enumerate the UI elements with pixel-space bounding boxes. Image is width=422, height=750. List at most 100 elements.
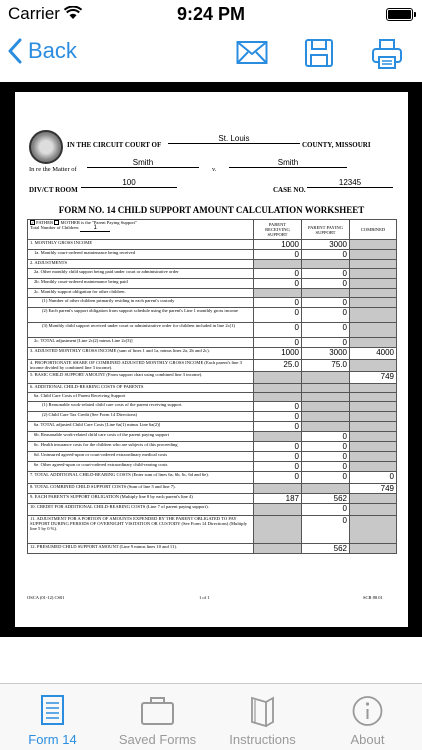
children-label: Total Number of Children: — [30, 225, 80, 231]
cell-paying[interactable]: 3000 — [301, 239, 350, 250]
cell-receiving[interactable]: 0 — [253, 401, 302, 412]
tab-instructions[interactable]: Instructions — [210, 684, 315, 750]
cell-receiving[interactable]: 25.0 — [253, 359, 302, 372]
row-label: 11. ADJUSTMENT FOR A PORTION OF AMOUNTS … — [27, 515, 254, 544]
cell-receiving[interactable]: 0 — [253, 322, 302, 338]
court-name-field[interactable]: St. Louis — [168, 134, 300, 144]
row-label: 9. EACH PARENT'S SUPPORT OBLIGATION (Mul… — [27, 493, 254, 504]
div-label: DIV/CT ROOM — [29, 186, 78, 194]
cell-receiving[interactable]: 0 — [253, 307, 302, 323]
cell-receiving[interactable]: 0 — [253, 278, 302, 289]
tab-form-14[interactable]: Form 14 — [0, 684, 105, 750]
party2-field[interactable]: Smith — [229, 158, 347, 168]
cell-receiving[interactable]: 0 — [253, 421, 302, 432]
mail-button[interactable] — [236, 40, 268, 71]
row-label: 6b. Reasonable work-related child care c… — [27, 431, 254, 442]
tab-saved-forms[interactable]: Saved Forms — [105, 684, 210, 750]
cell-paying[interactable]: 3000 — [301, 347, 350, 360]
cell-paying[interactable]: 0 — [301, 268, 350, 279]
party1-field[interactable]: Smith — [87, 158, 199, 168]
cell-paying — [301, 383, 350, 393]
row-label: 10. CREDIT FOR ADDITIONAL CHILD-REARING … — [27, 503, 254, 516]
cell-combined — [349, 392, 397, 402]
worksheet-row: 6d. Uninsured agreed-upon or court-order… — [27, 451, 397, 462]
cell-receiving[interactable]: 187 — [253, 493, 302, 504]
status-bar: Carrier 9:24 PM — [0, 0, 422, 28]
row-label: 12. PRESUMED CHILD SUPPORT AMOUNT (Line … — [27, 543, 254, 554]
cell-paying — [301, 483, 350, 494]
cell-paying[interactable]: 562 — [301, 543, 350, 554]
tab-about[interactable]: About — [315, 684, 420, 750]
cell-paying — [301, 288, 350, 298]
cell-paying[interactable]: 75.0 — [301, 359, 350, 372]
cell-paying — [301, 421, 350, 432]
worksheet-row: 6a. TOTAL adjusted Child Care Costs [Lin… — [27, 421, 397, 432]
form-page: IN THE CIRCUIT COURT OF St. Louis COUNTY… — [15, 92, 408, 627]
cell-paying[interactable]: 0 — [301, 441, 350, 452]
worksheet-row: 5. BASIC CHILD SUPPORT AMOUNT (From supp… — [27, 371, 397, 384]
cell-combined — [349, 268, 397, 279]
cell-paying[interactable]: 0 — [301, 249, 350, 260]
cell-paying[interactable]: 0 — [301, 278, 350, 289]
cell-paying[interactable]: 0 — [301, 461, 350, 472]
cell-receiving[interactable]: 0 — [253, 297, 302, 308]
form-title: FORM NO. 14 CHILD SUPPORT AMOUNT CALCULA… — [58, 205, 365, 215]
save-button[interactable] — [304, 38, 334, 73]
cell-paying[interactable]: 0 — [301, 471, 350, 484]
cell-receiving[interactable]: 0 — [253, 268, 302, 279]
document-viewer[interactable]: IN THE CIRCUIT COURT OF St. Louis COUNTY… — [0, 82, 422, 637]
div-field[interactable]: 100 — [81, 178, 177, 188]
cell-paying[interactable]: 0 — [301, 451, 350, 462]
cell-combined[interactable]: 749 — [349, 371, 397, 384]
cell-paying[interactable]: 0 — [301, 307, 350, 323]
cell-receiving[interactable]: 0 — [253, 441, 302, 452]
cell-receiving[interactable]: 0 — [253, 461, 302, 472]
cell-receiving[interactable]: 0 — [253, 471, 302, 484]
row-label: 5. BASIC CHILD SUPPORT AMOUNT (From supp… — [27, 371, 254, 384]
cell-paying[interactable]: 0 — [301, 515, 350, 544]
back-button[interactable]: Back — [8, 38, 77, 64]
print-button[interactable] — [371, 38, 403, 75]
worksheet-row: (1) Number of other children primarily r… — [27, 297, 397, 308]
cell-combined[interactable]: 4000 — [349, 347, 397, 360]
cell-paying[interactable]: 0 — [301, 337, 350, 348]
case-field[interactable]: 12345 — [307, 178, 393, 188]
cell-receiving[interactable]: 0 — [253, 411, 302, 422]
cell-receiving — [253, 483, 302, 494]
form-icon — [0, 694, 105, 726]
saved-forms-icon — [105, 694, 210, 726]
cell-paying[interactable]: 0 — [301, 503, 350, 516]
cell-combined — [349, 337, 397, 348]
row-label: 1. MONTHLY GROSS INCOME — [27, 239, 254, 250]
row-label: 3. ADJUSTED MONTHLY GROSS INCOME (sum of… — [27, 347, 254, 360]
cell-paying — [301, 371, 350, 384]
cell-receiving[interactable]: 0 — [253, 451, 302, 462]
cell-receiving[interactable]: 1000 — [253, 347, 302, 360]
worksheet-row: 9. EACH PARENT'S SUPPORT OBLIGATION (Mul… — [27, 493, 397, 504]
cell-combined[interactable]: 0 — [349, 471, 397, 484]
row-label: 2c. Monthly support obligation for other… — [27, 288, 254, 298]
row-label: 6a. Child Care Costs of Parent Receiving… — [27, 392, 254, 402]
cell-receiving[interactable]: 0 — [253, 337, 302, 348]
cell-paying[interactable]: 0 — [301, 297, 350, 308]
cell-paying — [301, 401, 350, 412]
row-label: (1) Number of other children primarily r… — [27, 297, 254, 308]
cell-paying[interactable]: 562 — [301, 493, 350, 504]
court-suffix: COUNTY, MISSOURI — [302, 141, 371, 149]
children-count-field[interactable]: 1 — [80, 225, 111, 233]
cell-receiving[interactable]: 1000 — [253, 239, 302, 250]
cell-receiving[interactable]: 0 — [253, 249, 302, 260]
cell-paying[interactable]: 0 — [301, 322, 350, 338]
cell-receiving — [253, 259, 302, 269]
cell-combined — [349, 249, 397, 260]
row-label: 8. TOTAL COMBINED CHILD SUPPORT COSTS (S… — [27, 483, 254, 494]
cell-combined — [349, 359, 397, 372]
cell-paying[interactable]: 0 — [301, 431, 350, 442]
cell-combined[interactable]: 749 — [349, 483, 397, 494]
worksheet-row: (1) Reasonable work-related child care c… — [27, 401, 397, 412]
cell-combined — [349, 515, 397, 544]
worksheet-row: 12. PRESUMED CHILD SUPPORT AMOUNT (Line … — [27, 543, 397, 554]
cell-receiving — [253, 503, 302, 516]
worksheet-row: (2) Each parent's support obligation fro… — [27, 307, 397, 323]
col-header-combined: COMBINED — [349, 219, 397, 240]
